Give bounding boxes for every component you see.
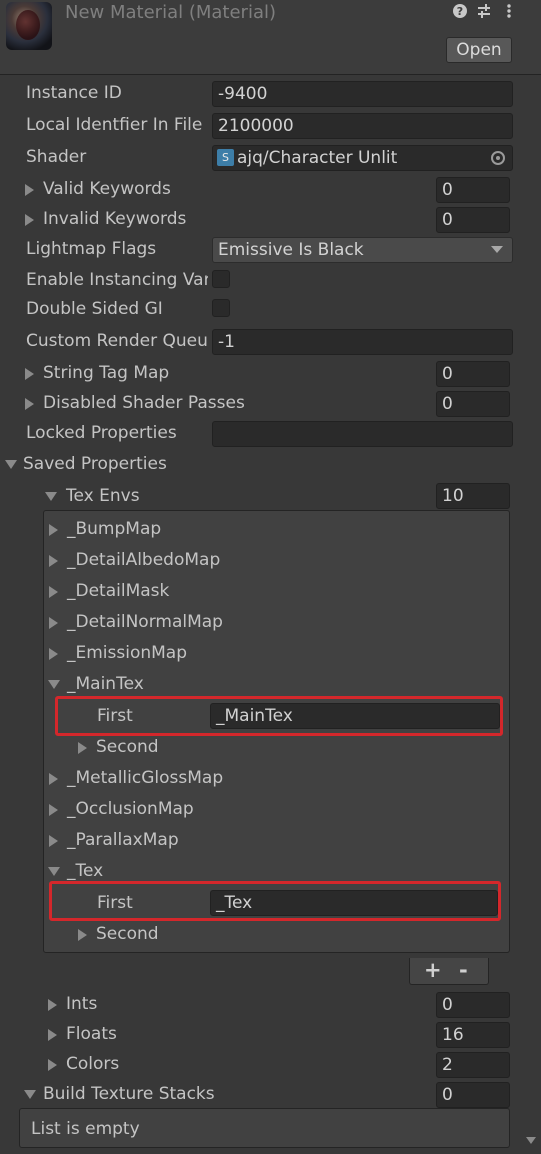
- expand-arrow-icon[interactable]: [49, 773, 58, 785]
- enable-instancing-label: Enable Instancing Var: [26, 270, 208, 290]
- enable-instancing-checkbox[interactable]: [212, 270, 230, 288]
- material-preview-thumbnail: [6, 2, 52, 50]
- list-item[interactable]: _BumpMap: [67, 519, 161, 539]
- custom-render-queue-field[interactable]: -1: [212, 329, 513, 355]
- expand-arrow-icon[interactable]: [49, 555, 58, 567]
- chevron-down-icon: [491, 246, 503, 253]
- list-item[interactable]: _MetallicGlossMap: [67, 768, 223, 788]
- first-label: First: [97, 893, 133, 913]
- remove-element-button[interactable]: -: [459, 958, 468, 982]
- first-label: First: [97, 706, 133, 726]
- local-identifier-field[interactable]: 2100000: [212, 113, 513, 139]
- more-options-icon[interactable]: [500, 3, 518, 21]
- expand-arrow-icon[interactable]: [48, 1029, 57, 1041]
- material-title: New Material (Material): [65, 2, 276, 23]
- colors-label[interactable]: Colors: [66, 1054, 119, 1074]
- collapse-arrow-icon[interactable]: [48, 867, 60, 876]
- collapse-arrow-icon[interactable]: [5, 460, 17, 469]
- expand-arrow-icon[interactable]: [49, 617, 58, 629]
- saved-properties-label[interactable]: Saved Properties: [23, 454, 167, 474]
- expand-arrow-icon[interactable]: [78, 742, 87, 754]
- list-item[interactable]: _OcclusionMap: [67, 799, 194, 819]
- expand-arrow-icon[interactable]: [49, 804, 58, 816]
- expand-arrow-icon[interactable]: [25, 214, 34, 226]
- expand-arrow-icon[interactable]: [48, 1059, 57, 1071]
- collapse-arrow-icon[interactable]: [48, 680, 60, 689]
- collapse-arrow-icon[interactable]: [45, 492, 57, 501]
- string-tag-map-label[interactable]: String Tag Map: [43, 363, 169, 383]
- tex-envs-count[interactable]: 10: [436, 483, 510, 509]
- list-item[interactable]: _ParallaxMap: [67, 830, 179, 850]
- expand-arrow-icon[interactable]: [25, 398, 34, 410]
- local-identifier-label: Local Identfier In File: [26, 115, 203, 135]
- list-item[interactable]: _MainTex: [67, 674, 144, 694]
- second-label[interactable]: Second: [96, 924, 159, 944]
- floats-label[interactable]: Floats: [66, 1024, 117, 1044]
- list-item[interactable]: _EmissionMap: [67, 643, 187, 663]
- list-footer: [409, 958, 489, 985]
- svg-text:?: ?: [457, 5, 463, 18]
- build-texture-stacks-label[interactable]: Build Texture Stacks: [43, 1084, 215, 1104]
- expand-arrow-icon[interactable]: [25, 368, 34, 380]
- list-item[interactable]: _DetailNormalMap: [67, 612, 223, 632]
- tex-envs-label[interactable]: Tex Envs: [66, 486, 140, 506]
- first-value-field[interactable]: _Tex: [210, 890, 498, 916]
- custom-render-queue-label: Custom Render Queu: [26, 331, 208, 351]
- invalid-keywords-label[interactable]: Invalid Keywords: [43, 209, 186, 229]
- expand-arrow-icon[interactable]: [49, 835, 58, 847]
- expand-arrow-icon[interactable]: [78, 929, 87, 941]
- list-item[interactable]: _Tex: [67, 861, 103, 881]
- disabled-shader-passes-label[interactable]: Disabled Shader Passes: [43, 393, 245, 413]
- lightmap-flags-dropdown[interactable]: Emissive Is Black: [212, 237, 513, 263]
- collapse-arrow-icon[interactable]: [24, 1090, 36, 1099]
- locked-properties-label: Locked Properties: [26, 423, 177, 443]
- instance-id-field[interactable]: -9400: [212, 81, 513, 107]
- first-value-field[interactable]: _MainTex: [210, 703, 500, 729]
- locked-properties-field[interactable]: [212, 421, 513, 447]
- add-element-button[interactable]: +: [424, 958, 442, 982]
- colors-count[interactable]: 2: [436, 1052, 510, 1078]
- expand-arrow-icon[interactable]: [48, 999, 57, 1011]
- settings-sliders-icon[interactable]: [475, 3, 493, 21]
- invalid-keywords-count[interactable]: 0: [436, 207, 510, 233]
- shader-field[interactable]: ajq/Character Unlit: [212, 145, 513, 171]
- help-icon[interactable]: ?: [451, 3, 469, 21]
- scroll-down-icon[interactable]: [526, 1137, 536, 1144]
- second-label[interactable]: Second: [96, 737, 159, 757]
- double-sided-gi-label: Double Sided GI: [26, 299, 163, 319]
- instance-id-label: Instance ID: [26, 83, 122, 103]
- expand-arrow-icon[interactable]: [49, 524, 58, 536]
- build-texture-stacks-count[interactable]: 0: [436, 1082, 510, 1108]
- double-sided-gi-checkbox[interactable]: [212, 299, 230, 317]
- valid-keywords-count[interactable]: 0: [436, 177, 510, 203]
- expand-arrow-icon[interactable]: [49, 586, 58, 598]
- string-tag-map-count[interactable]: 0: [436, 361, 510, 387]
- valid-keywords-label[interactable]: Valid Keywords: [43, 179, 171, 199]
- disabled-shader-passes-count[interactable]: 0: [436, 391, 510, 417]
- lightmap-flags-label: Lightmap Flags: [26, 239, 157, 259]
- object-picker-icon[interactable]: [491, 151, 505, 165]
- shader-label: Shader: [26, 147, 87, 167]
- list-item[interactable]: _DetailAlbedoMap: [67, 550, 220, 570]
- ints-label[interactable]: Ints: [66, 994, 97, 1014]
- list-item[interactable]: _DetailMask: [67, 581, 169, 601]
- floats-count[interactable]: 16: [436, 1022, 510, 1048]
- expand-arrow-icon[interactable]: [49, 648, 58, 660]
- empty-list-text: List is empty: [31, 1119, 140, 1139]
- ints-count[interactable]: 0: [436, 992, 510, 1018]
- expand-arrow-icon[interactable]: [25, 184, 34, 196]
- shader-file-icon: S: [217, 149, 234, 166]
- open-button[interactable]: Open: [446, 37, 512, 63]
